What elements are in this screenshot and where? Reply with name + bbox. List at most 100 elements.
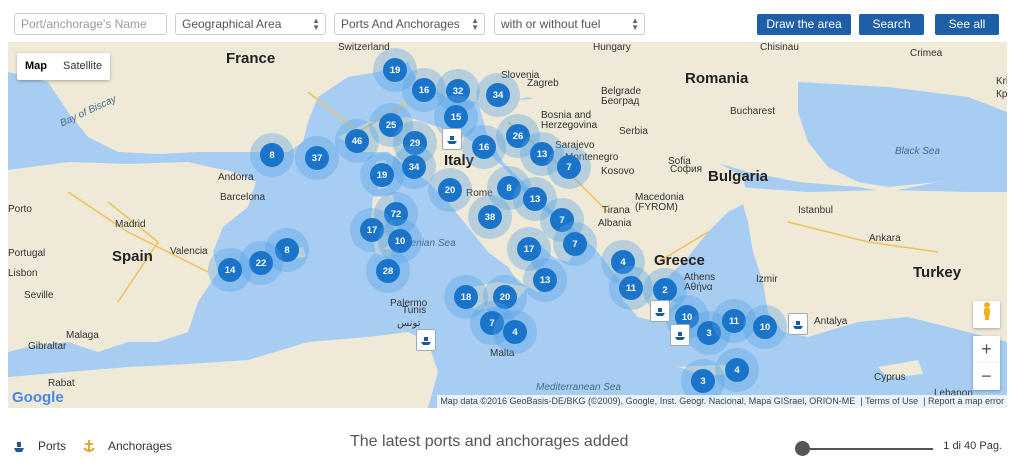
place-label: Istanbul: [798, 205, 834, 216]
place-label: Portugal: [8, 248, 46, 259]
map-type-satellite-button[interactable]: Satellite: [55, 53, 110, 80]
place-label: Barcelona: [220, 192, 266, 203]
port-legend-icon: [14, 442, 24, 452]
geo-area-value: Geographical Area: [182, 17, 282, 31]
place-label: Madrid: [115, 219, 146, 230]
cluster-count: 7: [557, 155, 581, 179]
cluster-marker[interactable]: 10: [743, 305, 787, 349]
place-label: Albania: [598, 218, 632, 229]
port-marker-icon[interactable]: [416, 329, 436, 351]
cluster-count: 19: [370, 163, 394, 187]
place-label: Rabat: [48, 378, 75, 389]
name-search-field[interactable]: [14, 13, 167, 35]
geo-area-select[interactable]: Geographical Area ▲ ▼: [175, 13, 326, 35]
cluster-count: 18: [454, 285, 478, 309]
place-label: Palermo: [390, 298, 428, 309]
fuel-select[interactable]: with or without fuel ▲ ▼: [494, 13, 645, 35]
legend-ports-label: Ports: [38, 439, 67, 453]
cluster-count: 14: [218, 258, 242, 282]
pager-slider-knob[interactable]: [795, 441, 810, 456]
place-label: Serbia: [619, 126, 648, 137]
place-label: Crimea: [910, 48, 943, 59]
zoom-out-button[interactable]: −: [973, 363, 1000, 390]
latest-added-title: The latest ports and anchorages added: [350, 433, 629, 450]
cluster-count: 16: [472, 135, 496, 159]
pager-slider-track[interactable]: [798, 448, 933, 450]
country-label: Bulgaria: [708, 168, 769, 185]
cluster-count: 17: [517, 237, 541, 261]
cluster-marker[interactable]: 11: [609, 266, 653, 310]
cluster-marker[interactable]: 14: [208, 248, 252, 292]
legend-anchorages-label: Anchorages: [108, 439, 173, 453]
country-label: France: [226, 50, 276, 67]
cluster-marker[interactable]: 20: [428, 168, 472, 212]
cluster-marker[interactable]: 19: [360, 153, 404, 197]
cluster-count: 4: [503, 320, 527, 344]
place-label: Malaga: [66, 330, 99, 341]
cluster-marker[interactable]: 8: [250, 133, 294, 177]
see-all-button[interactable]: See all: [935, 14, 999, 35]
place-label: (FYROM): [635, 202, 678, 213]
type-select[interactable]: Ports And Anchorages ▲ ▼: [334, 13, 485, 35]
place-label: Кра: [996, 89, 1007, 100]
place-label: Kosovo: [601, 166, 635, 177]
port-marker-icon[interactable]: [788, 313, 808, 335]
cluster-marker[interactable]: 38: [468, 195, 512, 239]
map-type-map-button[interactable]: Map: [17, 53, 55, 80]
cluster-count: 8: [260, 143, 284, 167]
country-label: Greece: [654, 252, 705, 269]
place-label: Gibraltar: [28, 341, 67, 352]
report-error-link[interactable]: Report a map error: [928, 396, 1004, 406]
map[interactable]: Map Satellite France Romania Italy Bulgaria…: [8, 42, 1007, 408]
cluster-count: 3: [691, 369, 715, 393]
cluster-marker[interactable]: 37: [295, 136, 339, 180]
place-label: تونس: [397, 318, 421, 329]
country-label: Turkey: [913, 264, 962, 281]
country-label: Spain: [112, 248, 153, 265]
port-marker-icon[interactable]: [650, 300, 670, 322]
street-view-pegman-icon[interactable]: [973, 301, 1000, 328]
port-marker-icon[interactable]: [442, 128, 462, 150]
place-label: София: [670, 164, 703, 175]
select-arrows-icon: ▲ ▼: [631, 16, 639, 32]
cluster-marker[interactable]: 4: [715, 348, 759, 392]
place-label: Porto: [8, 204, 32, 215]
footer: Ports Anchorages The latest ports and an…: [0, 408, 1024, 467]
sea-label: Black Sea: [895, 146, 941, 157]
port-marker-icon[interactable]: [670, 324, 690, 346]
cluster-count: 16: [412, 78, 436, 102]
select-arrows-icon: ▲ ▼: [312, 16, 320, 32]
zoom-in-button[interactable]: +: [973, 336, 1000, 363]
place-label: Andorra: [218, 172, 254, 183]
cluster-marker[interactable]: 7: [553, 222, 597, 266]
cluster-count: 22: [249, 251, 273, 275]
cluster-marker[interactable]: 16: [462, 125, 506, 169]
cluster-count: 19: [383, 58, 407, 82]
terms-link[interactable]: Terms of Use: [865, 396, 918, 406]
pager: 1 di 40 Pag.: [943, 440, 1002, 452]
cluster-count: 34: [402, 155, 426, 179]
draw-area-button[interactable]: Draw the area: [757, 14, 851, 35]
cluster-count: 37: [305, 146, 329, 170]
cluster-count: 20: [438, 178, 462, 202]
cluster-marker[interactable]: 28: [366, 249, 410, 293]
cluster-marker[interactable]: 13: [523, 258, 567, 302]
country-label: Romania: [685, 70, 749, 87]
cluster-count: 13: [533, 268, 557, 292]
cluster-marker[interactable]: 4: [493, 310, 537, 354]
google-logo-text: Google: [12, 389, 64, 406]
legend-ports: Ports: [12, 438, 66, 454]
cluster-count: 4: [725, 358, 749, 382]
attribution-text: Map data ©2016 GeoBasis-DE/BKG (©2009), …: [440, 396, 856, 406]
place-label: Hungary: [593, 42, 631, 53]
cluster-marker[interactable]: 34: [476, 73, 520, 117]
cluster-count: 34: [486, 83, 510, 107]
sea-label: Mediterranean Sea: [536, 382, 622, 393]
name-search-input[interactable]: [21, 17, 160, 31]
search-button[interactable]: Search: [859, 14, 924, 35]
cluster-count: 15: [444, 105, 468, 129]
select-arrows-icon: ▲ ▼: [471, 16, 479, 32]
toolbar: Geographical Area ▲▼ Ports And Anchorage…: [0, 0, 1024, 42]
cluster-marker[interactable]: 7: [547, 145, 591, 189]
pager-suffix: Pag.: [979, 440, 1002, 452]
